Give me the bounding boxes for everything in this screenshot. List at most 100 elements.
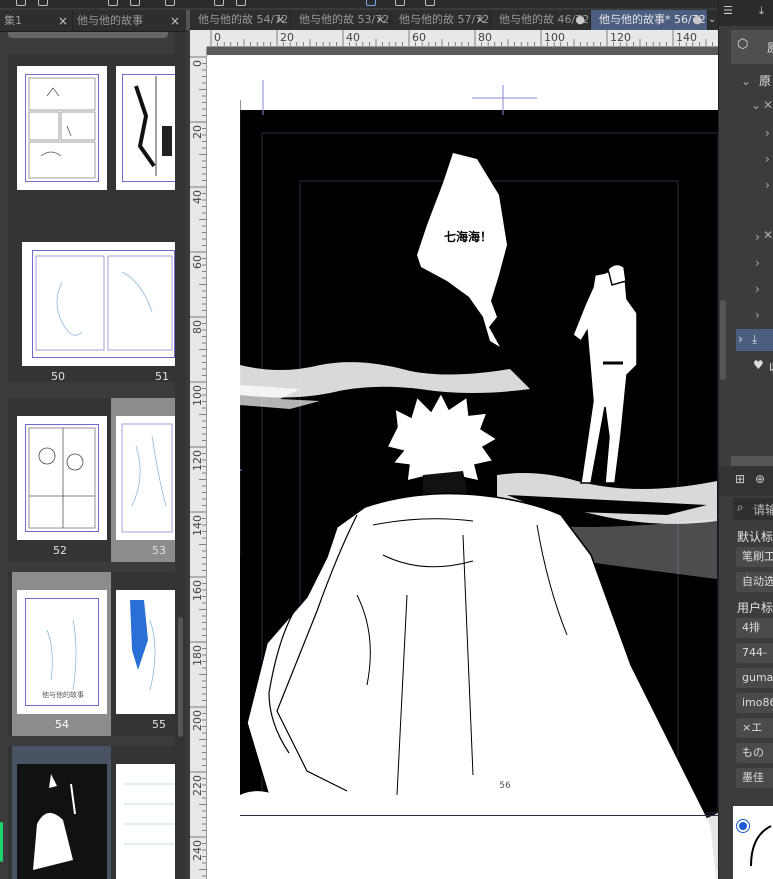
page-thumb-55[interactable]	[116, 590, 175, 714]
brush-preview-thumb[interactable]	[733, 806, 773, 879]
tree-item-chevron-2[interactable]: ›	[765, 152, 770, 166]
tag-auto-select[interactable]: 自动选	[736, 572, 773, 592]
new-icon[interactable]	[16, 0, 26, 6]
panel-header-bar	[8, 32, 168, 38]
tree-item-chevron-5[interactable]: ›	[755, 256, 760, 270]
page-number-54: 54	[55, 718, 69, 731]
spread-52-53[interactable]: 52 53	[8, 398, 175, 562]
ruler-label: 20	[280, 31, 294, 44]
spread-48-49[interactable]: 48 49	[8, 54, 175, 244]
spread-56-57[interactable]	[8, 746, 175, 879]
close-icon[interactable]: ×	[376, 10, 385, 30]
close-icon[interactable]: ×	[476, 10, 485, 30]
tree-item-chevron-3[interactable]: ›	[765, 178, 770, 192]
user-tag-3[interactable]: guma	[736, 668, 773, 688]
page-thumb-48[interactable]	[17, 66, 107, 190]
page-panel-scroll-thumb[interactable]	[178, 617, 183, 737]
bubble-tool-icon[interactable]	[425, 0, 435, 6]
ruler-label: 60	[191, 255, 204, 269]
ruler-label: 80	[478, 31, 492, 44]
user-tag-1[interactable]: 4排	[736, 618, 773, 638]
tag-brush-tool[interactable]: 笔刷工	[736, 547, 773, 567]
tree-item-chevron-selected: ›	[738, 332, 743, 346]
canvas-tab-57[interactable]: 他与他的故 57/72 ×	[391, 10, 491, 30]
search-input[interactable]: ⌕ 请输	[733, 498, 773, 520]
default-tags-label: 默认标	[737, 530, 773, 544]
lasso-icon[interactable]	[366, 0, 376, 6]
tab-material[interactable]: ⬡ 原	[731, 30, 773, 64]
ruler-label: 0	[214, 31, 221, 44]
menu-icon[interactable]: ☰	[723, 4, 733, 17]
ruler-label: 40	[191, 190, 204, 204]
page-number-50: 50	[51, 370, 65, 383]
green-indicator	[0, 822, 3, 862]
brush-stroke-preview	[750, 825, 772, 867]
left-panel-tabs: 集1 × 他与他的故事 ×	[0, 10, 186, 32]
open-icon[interactable]	[38, 0, 48, 6]
tree-root-label[interactable]: 原	[759, 72, 771, 89]
ruler-label: 180	[191, 645, 204, 666]
favorites-label[interactable]: 收	[769, 359, 773, 376]
tree-item-chevron-6[interactable]: ›	[755, 282, 760, 296]
clear-icon[interactable]	[165, 0, 175, 6]
page-thumb-57[interactable]	[116, 764, 175, 879]
close-icon[interactable]: ×	[58, 10, 68, 32]
page-thumb-52[interactable]	[17, 416, 107, 540]
download-icon[interactable]: ⤓	[759, 4, 764, 18]
page-thumb-56[interactable]	[17, 764, 107, 879]
user-tag-4[interactable]: imo86	[736, 693, 773, 713]
user-tags-label: 用户标	[737, 601, 773, 615]
spread-54-55[interactable]: 他与他的故事 54 55	[8, 572, 175, 736]
page-thumb-54[interactable]: 他与他的故事	[17, 590, 107, 714]
ruler-label: 20	[191, 125, 204, 139]
transform-icon[interactable]	[236, 0, 246, 6]
canvas-tab-54[interactable]: 他与他的故 54/72 ×	[190, 10, 291, 30]
canvas-page[interactable]: 七海海！ 56	[207, 55, 718, 879]
fill-icon[interactable]	[214, 0, 224, 6]
undo-icon[interactable]	[108, 0, 118, 6]
page-thumb-50-51[interactable]	[22, 242, 175, 366]
ruler-label: 220	[191, 775, 204, 796]
ruler-label: 140	[676, 31, 697, 44]
tab-file-2[interactable]: 他与他的故事 ×	[72, 10, 184, 32]
tree-expand-icon[interactable]: ⌄	[751, 98, 761, 112]
unsaved-dot-icon[interactable]: ●	[692, 10, 702, 30]
unsaved-dot-icon[interactable]: ●	[575, 10, 585, 30]
tab-file-1[interactable]: 集1 ×	[0, 10, 72, 32]
tools-icon: ✕	[763, 98, 773, 112]
tab-material-label: 原	[767, 39, 773, 56]
select-icon[interactable]	[395, 0, 405, 6]
user-tag-7[interactable]: 墨佳	[736, 768, 773, 788]
add-folder-icon[interactable]: ⊞	[735, 472, 745, 486]
canvas-tab-46[interactable]: 他与他的故 46/72 ●	[491, 10, 591, 30]
canvas-tab-53[interactable]: 他与他的故 53/72 ×	[291, 10, 391, 30]
page-panel-scrollbar[interactable]	[175, 32, 186, 879]
tree-item-chevron-1[interactable]: ›	[765, 126, 770, 140]
search-placeholder: 请输	[753, 503, 773, 517]
ruler-label: 80	[191, 320, 204, 334]
speech-bubble-text[interactable]: 七海海！	[433, 228, 503, 245]
ruler-label: 120	[191, 450, 204, 471]
page-manager-panel: 48 49 50 51	[0, 32, 186, 879]
user-tag-5[interactable]: ×エ	[736, 718, 773, 738]
tree-item-chevron-4[interactable]: ›	[755, 230, 760, 244]
tree-toggle-icon[interactable]: ⌄	[741, 74, 751, 88]
user-tag-6[interactable]: もの	[736, 743, 773, 763]
page-thumb-49[interactable]	[116, 66, 175, 190]
page-52-sketch	[28, 427, 96, 529]
page-thumb-53[interactable]	[116, 416, 175, 540]
user-tag-2[interactable]: 744-	[736, 643, 773, 663]
close-icon[interactable]: ×	[170, 10, 180, 32]
tree-item-chevron-7[interactable]: ›	[755, 308, 760, 322]
spread-50-51[interactable]: 50 51	[8, 222, 175, 383]
add-item-icon[interactable]: ⊕	[755, 472, 765, 486]
tab-list-chevron-icon[interactable]: ⌄	[708, 14, 718, 26]
redo-icon[interactable]	[130, 0, 140, 6]
tree-item-selected[interactable]: › ⤓	[736, 329, 773, 351]
page-number-52: 52	[53, 544, 67, 557]
right-panel-scrollbar[interactable]	[720, 300, 726, 380]
ruler-label: 0	[191, 60, 204, 67]
canvas-tab-56[interactable]: 他与他的故事* 56/72 ●	[591, 10, 708, 30]
page-55-sketch	[130, 600, 156, 691]
close-icon[interactable]: ×	[276, 10, 285, 30]
